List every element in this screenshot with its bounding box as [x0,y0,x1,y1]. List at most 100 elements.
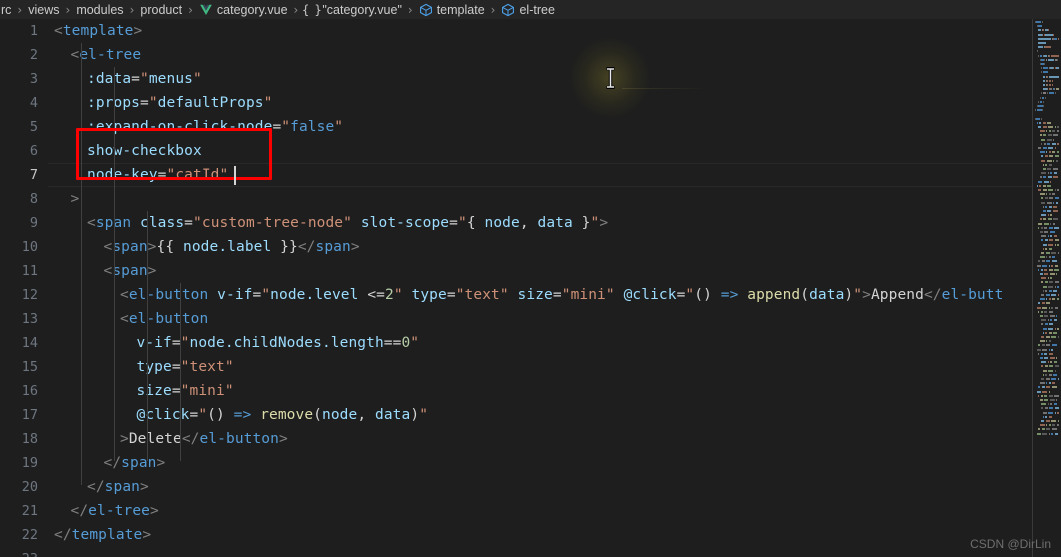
minimap-token [1046,193,1048,196]
minimap-line [1033,79,1061,82]
minimap-token [1041,172,1047,175]
code-token: > [120,431,129,447]
minimap-token [1047,172,1049,175]
breadcrumb-item-rc[interactable]: rc [0,3,12,17]
breadcrumb-separator: › [407,2,413,17]
breadcrumb-item-template[interactable]: template [418,3,486,17]
minimap-line [1033,432,1061,435]
code-line[interactable]: node-key="catId" [87,163,228,187]
code-line[interactable]: </span> [87,475,149,499]
breadcrumb-item-modules[interactable]: modules [75,3,124,17]
code-token: > [133,23,143,39]
code-token: node.level [270,287,359,303]
indent-guide [180,283,181,461]
code-line[interactable]: :data="menus" [87,67,202,91]
minimap-token [1052,256,1056,259]
code-line[interactable]: v-if="node.childNodes.length==0" [137,331,420,355]
minimap-token [1038,428,1041,431]
vue-file-icon [199,3,213,17]
minimap-token [1048,189,1054,191]
code-content-area[interactable]: <template><el-tree:data="menus":props="d… [48,19,1032,557]
minimap-token [1041,277,1047,280]
code-line[interactable]: </span> [104,451,166,475]
minimap-token [1044,357,1049,359]
minimap-token [1047,210,1052,212]
code-token: = [139,95,149,111]
minimap-token [1048,256,1051,259]
code-token: mini [189,383,225,399]
breadcrumb-item-product[interactable]: product [139,3,183,17]
code-token: > [862,287,871,303]
minimap-token [1048,432,1050,435]
code-line[interactable]: :expand-on-click-node="false" [87,115,343,139]
code-line[interactable]: > [71,187,80,211]
minimap-token [1042,210,1046,212]
minimap-line [1033,214,1061,217]
minimap-token [1036,306,1041,309]
code-token: node [484,215,520,231]
code-token: span [112,239,148,255]
minimap-token [1047,142,1051,145]
code-token: el-tree [79,47,142,63]
minimap-line [1033,260,1061,263]
minimap-token [1045,33,1053,36]
minimap-line [1033,348,1061,351]
minimap-token [1039,184,1042,187]
breadcrumb-item-el-tree[interactable]: el-tree [500,3,555,17]
code-line[interactable]: show-checkbox [87,139,202,163]
minimap-token [1051,84,1053,86]
breadcrumb-item-category-vue[interactable]: category.vue [198,3,289,17]
code-token: " [180,359,190,375]
minimap-token [1049,155,1054,158]
minimap-token [1042,369,1047,372]
breadcrumb[interactable]: rc › views › modules › product › category.vue › { … [0,0,1061,19]
minimap-token [1039,134,1042,137]
minimap[interactable] [1033,19,1061,557]
code-token: " [193,71,202,87]
minimap-token [1048,411,1054,414]
code-line[interactable]: <el-button [120,307,208,331]
code-line[interactable]: <span>{{ node.label }}</span> [104,235,360,259]
code-token: el-button [199,431,279,447]
minimap-token [1049,323,1054,326]
code-line[interactable]: </template> [54,523,151,547]
code-line[interactable]: size="mini" [137,379,234,403]
minimap-line [1033,247,1061,250]
editor-pane[interactable]: 123456789101112131415161718192021222324 … [0,19,1061,557]
minimap-token [1038,352,1040,355]
minimap-token [1043,142,1046,145]
minimap-line [1033,306,1061,309]
minimap-token [1038,25,1043,28]
minimap-token [1042,126,1047,128]
minimap-token [1053,361,1057,364]
code-line[interactable]: type="text" [137,355,234,379]
code-line[interactable]: >Delete</el-button> [120,427,288,451]
code-token: el-butt [941,287,1004,303]
minimap-token [1047,168,1052,170]
minimap-line [1033,310,1061,313]
minimap-token [1041,197,1044,200]
code-token: " [393,287,403,303]
minimap-line [1033,319,1061,322]
code-line[interactable]: <template> [54,19,142,43]
minimap-token [1048,264,1050,267]
code-token: " [198,407,208,423]
breadcrumb-item-category-vue[interactable]: { } "category.vue" [302,2,403,17]
code-line[interactable]: <span> [104,259,157,283]
code-token: catId [175,167,220,183]
breadcrumb-separator: › [129,2,135,17]
code-line[interactable]: <span class="custom-tree-node" slot-scop… [87,211,608,235]
minimap-token [1048,310,1053,313]
code-line[interactable]: <el-button v-if="node.level <=2" type="t… [120,283,1003,307]
minimap-line [1033,147,1061,149]
minimap-token [1038,147,1042,149]
breadcrumb-item-views[interactable]: views [27,3,60,17]
breadcrumb-item-label: "category.vue" [322,2,402,17]
minimap-token [1052,130,1056,133]
code-token: > [156,455,166,471]
minimap-token [1036,432,1041,435]
code-token: {{ [156,239,184,255]
code-line[interactable]: </el-tree> [71,499,159,523]
minimap-line [1033,331,1061,334]
code-token: > [147,263,157,279]
